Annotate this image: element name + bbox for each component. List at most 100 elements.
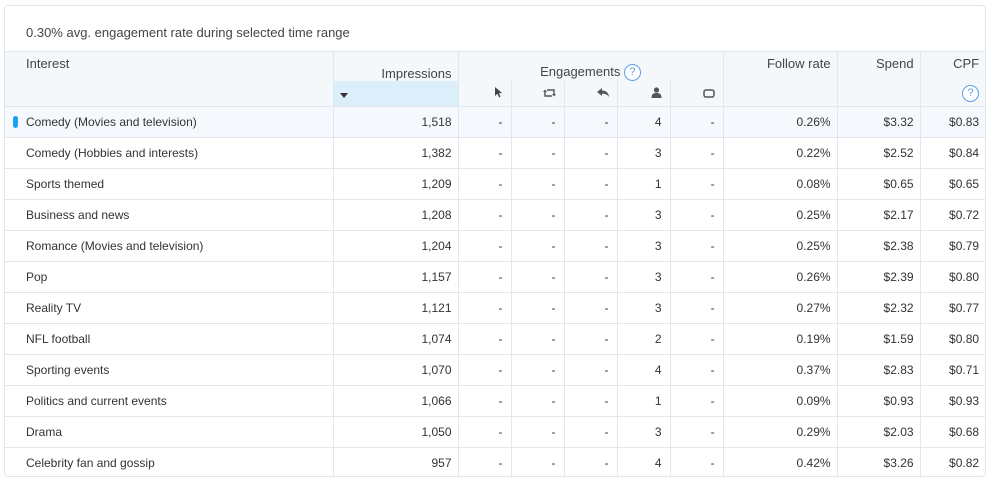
cpf-cell: $0.71 (920, 355, 985, 386)
impressions-cell: 1,518 (333, 107, 458, 138)
follow-rate-cell: 0.09% (723, 386, 837, 417)
clicks-cell: - (458, 107, 511, 138)
interest-label: Romance (Movies and television) (26, 239, 203, 253)
retweets-cell: - (511, 262, 564, 293)
spend-cell: $2.52 (837, 138, 920, 169)
clicks-cell: - (458, 417, 511, 448)
retweets-cell: - (511, 355, 564, 386)
interest-header[interactable]: Interest (5, 52, 333, 81)
follows-cell: 3 (617, 231, 670, 262)
replies-cell: - (564, 355, 617, 386)
table-row[interactable]: Comedy (Hobbies and interests)1,382---3-… (5, 138, 985, 169)
table-row[interactable]: Sports themed1,209---1-0.08%$0.65$0.65 (5, 169, 985, 200)
spend-cell: $1.59 (837, 324, 920, 355)
follows-cell: 3 (617, 262, 670, 293)
cards-cell: - (670, 138, 723, 169)
clicks-cell: - (458, 138, 511, 169)
impressions-sort-indicator[interactable] (333, 81, 458, 107)
retweets-column-header[interactable] (511, 81, 564, 107)
interest-cell: Sports themed (5, 169, 333, 200)
retweets-cell: - (511, 417, 564, 448)
interest-cell: Drama (5, 417, 333, 448)
interest-header-spacer (5, 81, 333, 107)
table-row[interactable]: Comedy (Movies and television)1,518---4-… (5, 107, 985, 138)
follows-cell: 3 (617, 293, 670, 324)
cpf-cell: $0.80 (920, 262, 985, 293)
interest-cell: NFL football (5, 324, 333, 355)
spend-cell: $3.32 (837, 107, 920, 138)
spend-cell: $0.65 (837, 169, 920, 200)
clicks-column-header[interactable] (458, 81, 511, 107)
replies-column-header[interactable] (564, 81, 617, 107)
retweets-cell: - (511, 200, 564, 231)
follows-cell: 3 (617, 200, 670, 231)
follow-rate-cell: 0.08% (723, 169, 837, 200)
follows-cell: 4 (617, 355, 670, 386)
follow-rate-header-spacer (723, 81, 837, 107)
table-row[interactable]: Business and news1,208---3-0.25%$2.17$0.… (5, 200, 985, 231)
cursor-icon (494, 86, 503, 98)
engagements-help-icon[interactable]: ? (624, 64, 641, 81)
cpf-cell: $0.79 (920, 231, 985, 262)
cards-column-header[interactable] (670, 81, 723, 107)
follow-rate-cell: 0.27% (723, 293, 837, 324)
impressions-cell: 1,121 (333, 293, 458, 324)
cards-cell: - (670, 200, 723, 231)
table-row[interactable]: Romance (Movies and television)1,204---3… (5, 231, 985, 262)
replies-cell: - (564, 138, 617, 169)
cards-cell: - (670, 324, 723, 355)
follow-rate-header[interactable]: Follow rate (723, 52, 837, 81)
follow-rate-cell: 0.37% (723, 355, 837, 386)
follows-cell: 1 (617, 169, 670, 200)
spend-cell: $2.83 (837, 355, 920, 386)
follow-user-icon (651, 87, 662, 98)
table-row[interactable]: Politics and current events1,066---1-0.0… (5, 386, 985, 417)
replies-cell: - (564, 231, 617, 262)
cpf-cell: $0.84 (920, 138, 985, 169)
spend-cell: $2.39 (837, 262, 920, 293)
spend-header-spacer (837, 81, 920, 107)
cpf-cell: $0.83 (920, 107, 985, 138)
table-row[interactable]: Pop1,157---3-0.26%$2.39$0.80 (5, 262, 985, 293)
table-row[interactable]: Sporting events1,070---4-0.37%$2.83$0.71 (5, 355, 985, 386)
follow-rate-cell: 0.25% (723, 200, 837, 231)
impressions-cell: 1,204 (333, 231, 458, 262)
interest-cell: Comedy (Hobbies and interests) (5, 138, 333, 169)
cpf-cell: $0.68 (920, 417, 985, 448)
table-row[interactable]: Drama1,050---3-0.29%$2.03$0.68 (5, 417, 985, 448)
follows-cell: 2 (617, 324, 670, 355)
follows-cell: 3 (617, 417, 670, 448)
interest-label: NFL football (26, 332, 90, 346)
table-row[interactable]: Reality TV1,121---3-0.27%$2.32$0.77 (5, 293, 985, 324)
retweets-cell: - (511, 107, 564, 138)
engagements-header-label: Engagements (540, 64, 620, 79)
cards-cell: - (670, 355, 723, 386)
follow-rate-cell: 0.25% (723, 231, 837, 262)
interest-label: Sporting events (26, 363, 109, 377)
interest-label: Business and news (26, 208, 129, 222)
impressions-cell: 1,050 (333, 417, 458, 448)
cards-cell: - (670, 417, 723, 448)
cards-cell: - (670, 169, 723, 200)
interest-cell: Romance (Movies and television) (5, 231, 333, 262)
cpf-help-icon[interactable]: ? (962, 85, 979, 102)
follows-cell: 1 (617, 386, 670, 417)
interest-label: Sports themed (26, 177, 104, 191)
card-icon (703, 89, 715, 98)
follows-column-header[interactable] (617, 81, 670, 107)
selected-row-marker (13, 116, 18, 128)
spend-cell: $2.17 (837, 200, 920, 231)
follow-rate-cell: 0.19% (723, 324, 837, 355)
interest-table-body: Comedy (Movies and television)1,518---4-… (5, 107, 985, 477)
interest-label: Reality TV (26, 301, 81, 315)
impressions-header[interactable]: Impressions (333, 52, 458, 81)
cpf-cell: $0.77 (920, 293, 985, 324)
spend-header[interactable]: Spend (837, 52, 920, 81)
cpf-cell: $0.65 (920, 169, 985, 200)
engagements-header[interactable]: Engagements ? (458, 52, 723, 81)
follows-cell: 3 (617, 138, 670, 169)
impressions-cell: 1,070 (333, 355, 458, 386)
retweets-cell: - (511, 169, 564, 200)
table-row[interactable]: NFL football1,074---2-0.19%$1.59$0.80 (5, 324, 985, 355)
cpf-header[interactable]: CPF (920, 52, 985, 81)
